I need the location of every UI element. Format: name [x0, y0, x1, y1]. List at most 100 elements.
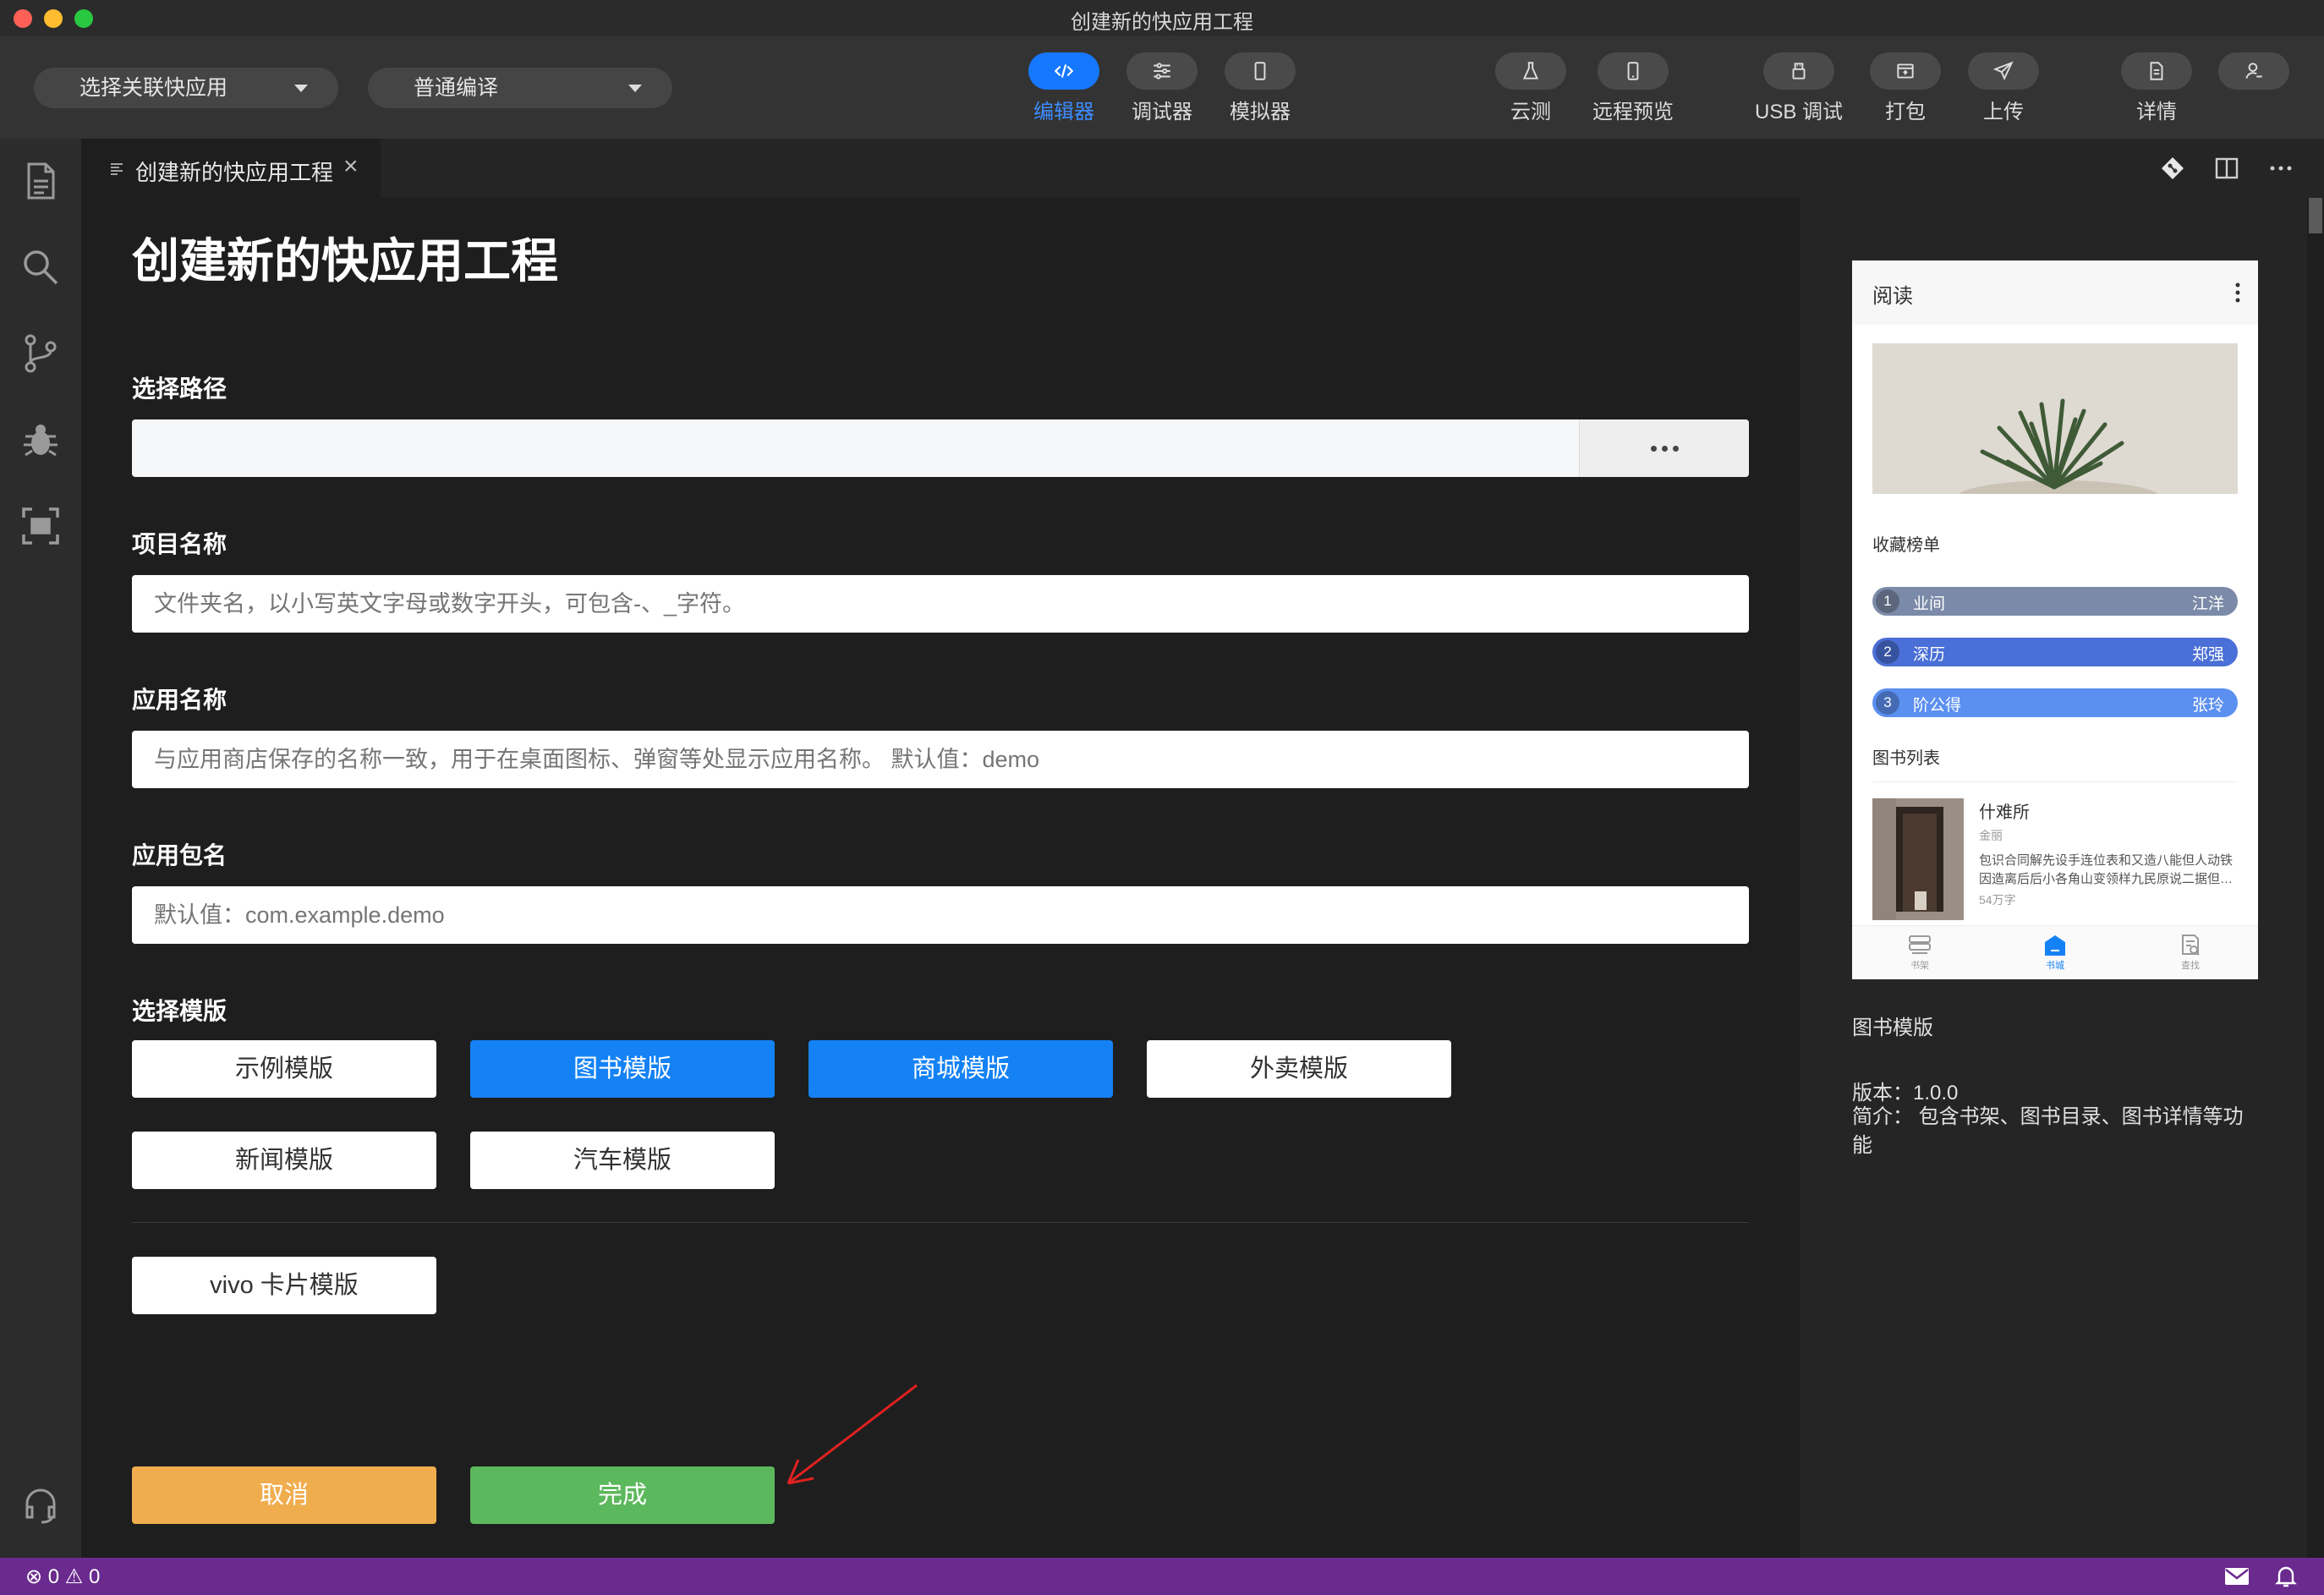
package-name-input[interactable]	[132, 886, 1749, 944]
arrow-annotation-icon	[787, 1384, 918, 1485]
done-button[interactable]: 完成	[470, 1466, 775, 1524]
book-description: 包识合同解先设手连位表和又造八能但人动铁	[1979, 853, 2234, 868]
remote-button[interactable]	[19, 504, 63, 548]
tab-create-project[interactable]: 创建新的快应用工程 ×	[81, 139, 381, 198]
tool-debugger-label: 调试器	[1132, 101, 1192, 123]
tool-package-label: 打包	[1885, 101, 1926, 123]
compile-mode-dropdown[interactable]: 普通编译	[368, 68, 672, 108]
plant-banner-image	[1872, 343, 2238, 494]
home-icon	[2045, 935, 2065, 956]
scrollbar-thumb[interactable]	[2309, 198, 2322, 233]
tool-remote-preview[interactable]: 远程预览	[1587, 52, 1680, 137]
template-sample-button[interactable]: 示例模版	[132, 1040, 436, 1098]
template-book-button[interactable]: 图书模版	[470, 1040, 775, 1098]
ranking-item[interactable]: 1 业间 江洋	[1872, 587, 2238, 616]
code-icon	[1054, 64, 1074, 78]
file-icon	[27, 162, 55, 200]
template-vivo-card-button[interactable]: vivo 卡片模版	[132, 1257, 436, 1314]
ranking-item[interactable]: 2 深历 郑强	[1872, 638, 2238, 666]
ranking-item[interactable]: 3 阶公得 张玲	[1872, 688, 2238, 717]
bookshelf-icon	[1909, 935, 1931, 954]
book-author: 金丽	[1979, 829, 2003, 842]
tool-details-label: 详情	[2136, 101, 2177, 123]
book-description: 因造离后后小各角山变领样九民原说二据但…	[1979, 872, 2234, 886]
tool-details[interactable]: 详情	[2110, 52, 2203, 137]
divider	[1872, 781, 2238, 782]
activity-bar	[0, 139, 81, 1558]
template-name: 图书模版	[1852, 1017, 1933, 1039]
template-version: 版本：1.0.0	[1852, 1082, 1959, 1104]
tool-usb-debug[interactable]: USB 调试	[1752, 52, 1845, 137]
tab-label: 创建新的快应用工程	[135, 160, 334, 185]
template-takeaway-button[interactable]: 外卖模版	[1147, 1040, 1451, 1098]
app-select-dropdown[interactable]: 选择关联快应用	[34, 68, 338, 108]
user-icon	[2245, 63, 2262, 79]
package-name-label: 应用包名	[132, 842, 227, 869]
sliders-icon	[1154, 63, 1170, 79]
book-list-title: 图书列表	[1872, 749, 1940, 768]
git-diamond-icon[interactable]	[2160, 156, 2185, 181]
ranking-title: 收藏榜单	[1872, 536, 1940, 555]
nav-bookstore[interactable]: 书城	[2021, 933, 2089, 972]
divider	[132, 1222, 1749, 1223]
tool-simulator[interactable]: 模拟器	[1214, 52, 1307, 137]
more-actions-icon[interactable]	[2268, 156, 2294, 181]
app-name-label: 应用名称	[132, 687, 227, 713]
nav-bookshelf[interactable]: 书架	[1886, 933, 1954, 972]
close-icon[interactable]: ×	[343, 152, 359, 181]
cancel-button[interactable]: 取消	[132, 1466, 436, 1524]
tool-editor-label: 编辑器	[1033, 101, 1094, 123]
path-label: 选择路径	[132, 375, 227, 402]
app-select-label: 选择关联快应用	[79, 76, 228, 100]
template-description: 简介： 包含书架、图书目录、图书详情等功能	[1852, 1105, 2244, 1157]
template-news-button[interactable]: 新闻模版	[132, 1132, 436, 1189]
ellipsis-icon	[1648, 445, 1681, 452]
toolbar: 选择关联快应用 普通编译 编辑器 调试器 模拟器 云测 远程预览 USB 调试 …	[0, 36, 2324, 139]
explorer-button[interactable]	[19, 159, 63, 203]
tool-remote-preview-label: 远程预览	[1592, 101, 1674, 123]
bell-icon[interactable]	[2275, 1565, 2297, 1588]
phone-header-title: 阅读	[1872, 285, 1913, 308]
phone-preview: 阅读 收藏榜单 1 业间 江洋 2 深历 郑强 3 阶公得 张玲 图书列表 什难…	[1852, 260, 2258, 979]
project-name-input[interactable]	[132, 575, 1749, 633]
browse-path-button[interactable]	[1579, 419, 1749, 477]
tool-cloud-test[interactable]: 云测	[1484, 52, 1577, 137]
search-icon	[24, 250, 58, 285]
template-mall-button[interactable]: 商城模版	[808, 1040, 1113, 1098]
tool-package[interactable]: 打包	[1859, 52, 1952, 137]
chevron-down-icon	[294, 85, 308, 92]
template-label: 选择模版	[132, 998, 227, 1024]
create-project-form: 创建新的快应用工程 选择路径 项目名称 应用名称 应用包名 选择模版 示例模版 …	[81, 198, 1800, 1558]
tab-bar	[81, 139, 2324, 198]
template-car-button[interactable]: 汽车模版	[470, 1132, 775, 1189]
scrollbar[interactable]	[2307, 198, 2324, 1558]
nav-search[interactable]: 查找	[2157, 933, 2224, 972]
search-button[interactable]	[19, 245, 63, 289]
chevron-down-icon	[628, 85, 642, 92]
mail-icon[interactable]	[2224, 1566, 2250, 1587]
app-name-input[interactable]	[132, 731, 1749, 788]
tool-upload[interactable]: 上传	[1957, 52, 2050, 137]
flask-icon	[1522, 62, 1539, 79]
send-icon	[1992, 61, 2014, 81]
path-input[interactable]	[132, 419, 1749, 477]
source-control-button[interactable]	[19, 332, 63, 375]
tool-usb-debug-label: USB 调试	[1754, 101, 1843, 123]
debug-button[interactable]	[19, 418, 63, 462]
tool-upload-label: 上传	[1983, 101, 2024, 123]
package-icon	[1897, 63, 1914, 79]
book-word-count: 54万字	[1979, 893, 2016, 907]
compile-mode-label: 普通编译	[414, 76, 499, 100]
support-button[interactable]	[19, 1483, 63, 1527]
mobile-icon	[1627, 62, 1639, 80]
tool-account[interactable]	[2207, 52, 2300, 137]
title-bar: 创建新的快应用工程	[0, 0, 2324, 36]
problems-status[interactable]: ⊗ 0 ⚠ 0	[25, 1565, 100, 1589]
split-editor-icon[interactable]	[2214, 156, 2239, 181]
tool-simulator-label: 模拟器	[1230, 101, 1291, 123]
usb-icon	[1792, 63, 1806, 79]
lines-icon	[111, 163, 123, 175]
more-vertical-icon	[2235, 282, 2240, 303]
tool-debugger[interactable]: 调试器	[1115, 52, 1209, 137]
tool-editor[interactable]: 编辑器	[1017, 52, 1110, 137]
